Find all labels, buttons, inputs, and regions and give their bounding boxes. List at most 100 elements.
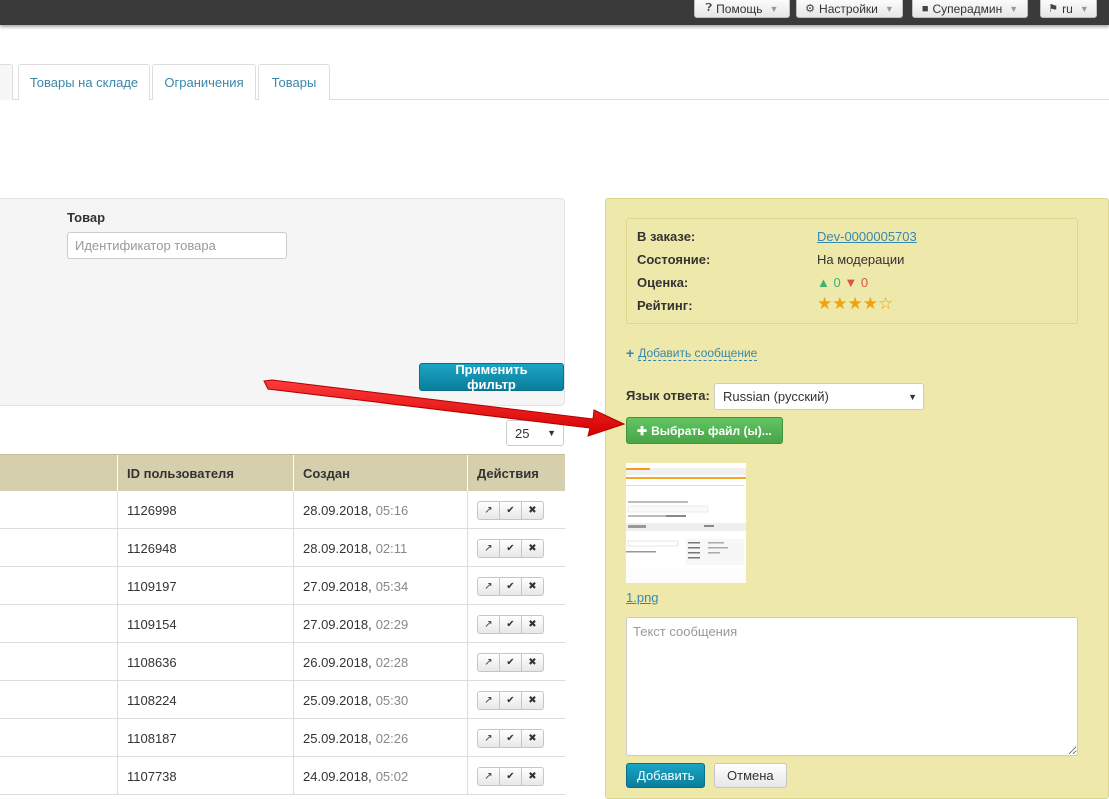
- open-external-button[interactable]: ↗: [477, 690, 500, 710]
- external-link-icon: ↗: [484, 656, 493, 668]
- language-menu-button[interactable]: ⚑ ru ▼: [1040, 0, 1097, 18]
- row-created-date: 27.09.2018,: [303, 578, 372, 594]
- review-detail-panel: В заказе: Dev-0000005703 Состояние: На м…: [605, 198, 1109, 799]
- table-row: 1126998 28.09.2018, 05:16 ↗ ✔ ✖: [0, 491, 565, 529]
- open-external-button[interactable]: ↗: [477, 728, 500, 748]
- row-user-id: 1108636: [117, 643, 293, 681]
- row-user-id: 1107738: [117, 757, 293, 795]
- help-menu-label: Помощь: [716, 1, 763, 16]
- open-external-button[interactable]: ↗: [477, 652, 500, 672]
- row-actions: ↗ ✔ ✖: [467, 757, 565, 795]
- approve-button[interactable]: ✔: [499, 576, 522, 596]
- row-user-id: 1108187: [117, 719, 293, 757]
- row-actions: ↗ ✔ ✖: [467, 643, 565, 681]
- product-id-input[interactable]: [67, 232, 287, 259]
- close-icon: ✖: [528, 580, 537, 592]
- reject-button[interactable]: ✖: [521, 690, 544, 710]
- check-icon: ✔: [506, 732, 515, 744]
- external-link-icon: ↗: [484, 542, 493, 554]
- check-icon: ✔: [506, 542, 515, 554]
- caret-down-icon: ▼: [1079, 3, 1089, 14]
- column-header-user-id[interactable]: ID пользователя: [117, 455, 293, 492]
- check-icon: ✔: [506, 618, 515, 630]
- open-external-button[interactable]: ↗: [477, 500, 500, 520]
- cancel-button[interactable]: Отмена: [714, 763, 787, 788]
- tab-products[interactable]: Товары: [258, 64, 330, 100]
- message-textarea[interactable]: [626, 617, 1078, 756]
- order-label: В заказе:: [637, 229, 696, 244]
- tab-stock-products[interactable]: Товары на складе: [18, 64, 150, 100]
- row-created-time: 02:28: [375, 654, 409, 670]
- reply-language-label: Язык ответа:: [626, 388, 710, 403]
- flag-icon: ⚑: [1048, 3, 1059, 15]
- tab-restrictions[interactable]: Ограничения: [152, 64, 256, 100]
- row-created: 25.09.2018, 05:30: [293, 681, 467, 719]
- check-icon: ✔: [506, 694, 515, 706]
- caret-down-icon: ▼: [769, 3, 779, 14]
- row-cell-hidden: [0, 681, 117, 719]
- approve-button[interactable]: ✔: [499, 614, 522, 634]
- help-menu-button[interactable]: ❓︎ Помощь ▼: [694, 0, 790, 18]
- tab-partial[interactable]: [0, 64, 13, 100]
- settings-menu-button[interactable]: ⚙ Настройки ▼: [796, 0, 903, 18]
- question-circle-icon: ❓︎: [705, 2, 713, 14]
- caret-down-icon: ▼: [884, 3, 894, 14]
- close-icon: ✖: [528, 542, 537, 554]
- star-empty-icon: ☆: [878, 294, 894, 313]
- approve-button[interactable]: ✔: [499, 690, 522, 710]
- choose-file-button[interactable]: ✚ Выбрать файл (ы)...: [626, 417, 783, 444]
- row-user-id: 1109197: [117, 567, 293, 605]
- row-created-time: 05:16: [375, 502, 409, 518]
- reject-button[interactable]: ✖: [521, 576, 544, 596]
- table-row: 1108636 26.09.2018, 02:28 ↗ ✔ ✖: [0, 643, 565, 681]
- row-created-time: 02:29: [375, 616, 409, 632]
- approve-button[interactable]: ✔: [499, 538, 522, 558]
- row-cell-hidden: [0, 719, 117, 757]
- reject-button[interactable]: ✖: [521, 614, 544, 634]
- thumbs-down-icon: ▼: [844, 275, 858, 290]
- row-cell-hidden: [0, 643, 117, 681]
- row-created-time: 05:34: [375, 578, 409, 594]
- open-external-button[interactable]: ↗: [477, 538, 500, 558]
- reply-language-select[interactable]: Russian (русский) ▼: [714, 383, 924, 410]
- reject-button[interactable]: ✖: [521, 500, 544, 520]
- column-header-actions: Действия: [467, 455, 565, 492]
- user-menu-button[interactable]: ■ Суперадмин ▼: [912, 0, 1028, 18]
- open-external-button[interactable]: ↗: [477, 766, 500, 786]
- close-icon: ✖: [528, 618, 537, 630]
- reject-button[interactable]: ✖: [521, 652, 544, 672]
- attachment-filename-link[interactable]: 1.png: [626, 590, 659, 605]
- check-icon: ✔: [506, 504, 515, 516]
- approve-button[interactable]: ✔: [499, 728, 522, 748]
- star-filled-icon: ★: [862, 294, 878, 313]
- row-created: 28.09.2018, 05:16: [293, 491, 467, 529]
- caret-down-icon: ▼: [547, 428, 556, 438]
- open-external-button[interactable]: ↗: [477, 576, 500, 596]
- apply-filter-button[interactable]: Применить фильтр: [419, 362, 564, 392]
- check-icon: ✔: [506, 656, 515, 668]
- reject-button[interactable]: ✖: [521, 766, 544, 786]
- approve-button[interactable]: ✔: [499, 766, 522, 786]
- open-external-button[interactable]: ↗: [477, 614, 500, 634]
- reject-button[interactable]: ✖: [521, 728, 544, 748]
- row-created: 27.09.2018, 02:29: [293, 605, 467, 643]
- order-link[interactable]: Dev-0000005703: [817, 229, 917, 244]
- approve-button[interactable]: ✔: [499, 652, 522, 672]
- attachment-thumbnail[interactable]: [626, 463, 746, 583]
- row-created-date: 26.09.2018,: [303, 654, 372, 670]
- close-icon: ✖: [528, 656, 537, 668]
- row-created-time: 02:11: [375, 540, 408, 556]
- submit-message-button[interactable]: Добавить: [626, 763, 706, 788]
- tab-bar: Товары на складе Ограничения Товары: [0, 64, 1109, 100]
- reject-button[interactable]: ✖: [521, 538, 544, 558]
- page-size-select[interactable]: 25 ▼: [506, 420, 564, 446]
- approve-button[interactable]: ✔: [499, 500, 522, 520]
- row-actions: ↗ ✔ ✖: [467, 719, 565, 757]
- row-created-time: 02:26: [375, 730, 409, 746]
- external-link-icon: ↗: [484, 618, 493, 630]
- column-header-created[interactable]: Создан: [293, 455, 467, 492]
- add-message-link[interactable]: + Добавить сообщение: [626, 345, 758, 361]
- row-created-time: 05:30: [375, 692, 409, 708]
- row-actions: ↗ ✔ ✖: [467, 605, 565, 643]
- top-navbar: ❓︎ Помощь ▼ ⚙ Настройки ▼ ■ Суперадмин ▼…: [0, 0, 1109, 25]
